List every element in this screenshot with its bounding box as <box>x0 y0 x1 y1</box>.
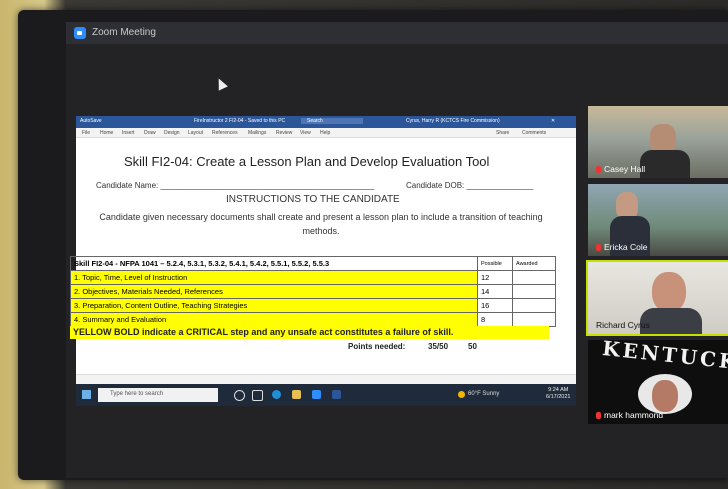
word-status-bar <box>76 374 576 384</box>
row-possible: 14 <box>477 284 513 299</box>
zoom-app-icon[interactable] <box>312 390 321 399</box>
kentucky-logo-text: KENTUCKY <box>601 340 728 376</box>
zoom-window-title: Zoom Meeting <box>92 27 156 38</box>
taskbar-search[interactable]: Type here to search <box>98 388 218 402</box>
taskbar-clock[interactable]: 9:24 AM 6/17/2021 <box>546 387 570 401</box>
ribbon-tab-file[interactable]: File <box>82 130 90 136</box>
word-title-bar: AutoSave FireInstructor 2 FI2-04 - Saved… <box>76 116 576 128</box>
mouse-cursor-icon <box>214 76 228 91</box>
row-possible: 16 <box>477 298 513 313</box>
word-document-title: FireInstructor 2 FI2-04 - Saved to this … <box>194 118 286 124</box>
weather-text: 60°F Sunny <box>468 391 500 397</box>
row-label: 2. Objectives, Materials Needed, Referen… <box>70 284 478 299</box>
word-user-name: Cyrus, Harry R (KCTCS Fire Commission) <box>406 118 500 124</box>
participant-name: Ericka Cole <box>596 242 647 252</box>
word-app-icon[interactable] <box>332 390 341 399</box>
document-title: Skill FI2-04: Create a Lesson Plan and D… <box>124 154 490 169</box>
row-awarded[interactable] <box>512 284 556 299</box>
instructions-heading: INSTRUCTIONS TO THE CANDIDATE <box>226 194 400 205</box>
monitor: Zoom Meeting AutoSave FireInstructor 2 F… <box>18 10 728 480</box>
participant-name: mark hammond <box>596 410 663 420</box>
participant-tile-richard-cyrus[interactable]: Richard Cyrus <box>586 260 728 336</box>
row-possible: 8 <box>477 312 513 327</box>
table-row: 1. Topic, Time, Level of Instruction 12 <box>70 270 556 285</box>
table-row: 4. Summary and Evaluation 8 <box>70 312 556 327</box>
zoom-title-bar: Zoom Meeting <box>66 22 728 44</box>
cortana-icon[interactable] <box>234 390 245 401</box>
ribbon-tab-draw[interactable]: Draw <box>144 130 156 136</box>
candidate-dob-line: Candidate DOB: _______________ <box>406 181 534 190</box>
word-ribbon: File Home Insert Draw Design Layout Refe… <box>76 128 576 138</box>
skill-table: Skill FI2-04 - NFPA 1041 – 5.2.4, 5.3.1,… <box>70 256 556 327</box>
col-awarded: Awarded <box>512 256 556 271</box>
ribbon-tab-insert[interactable]: Insert <box>122 130 135 136</box>
participant-body <box>640 150 690 178</box>
ribbon-tab-help[interactable]: Help <box>320 130 330 136</box>
points-needed-label: Points needed: <box>348 342 406 351</box>
table-header: Skill FI2-04 - NFPA 1041 – 5.2.4, 5.3.1,… <box>70 256 478 271</box>
task-view-icon[interactable] <box>252 390 263 401</box>
row-awarded[interactable] <box>512 270 556 285</box>
row-awarded[interactable] <box>512 312 556 327</box>
instructions-text: Candidate given necessary documents shal… <box>99 212 543 236</box>
participant-tile-mark-hammond[interactable]: KENTUCKY mark hammond <box>588 340 728 424</box>
ribbon-tab-home[interactable]: Home <box>100 130 113 136</box>
table-row: 3. Preparation, Content Outline, Teachin… <box>70 298 556 313</box>
row-possible: 12 <box>477 270 513 285</box>
weather-icon <box>458 391 465 398</box>
edge-icon[interactable] <box>272 390 281 399</box>
file-explorer-icon[interactable] <box>292 390 301 399</box>
taskbar-search-placeholder: Type here to search <box>110 391 164 397</box>
ribbon-tab-mailings[interactable]: Mailings <box>248 130 266 136</box>
table-header-row: Skill FI2-04 - NFPA 1041 – 5.2.4, 5.3.1,… <box>70 256 556 271</box>
row-label: 4. Summary and Evaluation <box>70 312 478 327</box>
windows-taskbar: Type here to search 60°F Sunny 9:24 AM 6… <box>76 384 576 406</box>
comments-button[interactable]: Comments <box>522 130 546 136</box>
zoom-logo-icon <box>74 27 86 39</box>
shared-screen: AutoSave FireInstructor 2 FI2-04 - Saved… <box>70 116 576 406</box>
participant-tile-ericka-cole[interactable]: Ericka Cole <box>588 184 728 256</box>
share-button[interactable]: Share <box>496 130 509 136</box>
participant-name: Casey Hall <box>596 164 645 174</box>
table-row: 2. Objectives, Materials Needed, Referen… <box>70 284 556 299</box>
mic-muted-icon <box>596 166 601 173</box>
clock-time: 9:24 AM <box>548 387 569 393</box>
participant-name: Richard Cyrus <box>596 320 650 330</box>
ribbon-tab-review[interactable]: Review <box>276 130 292 136</box>
ribbon-tab-view[interactable]: View <box>300 130 311 136</box>
document-page: Skill FI2-04: Create a Lesson Plan and D… <box>70 138 566 374</box>
critical-note: YELLOW BOLD indicate a CRITICAL step and… <box>70 326 549 339</box>
ribbon-tab-references[interactable]: References <box>212 130 238 136</box>
mic-muted-icon <box>596 244 601 251</box>
col-possible: Possible <box>477 256 513 271</box>
participant-tile-casey-hall[interactable]: Casey Hall <box>588 106 728 178</box>
participant-video <box>652 272 686 312</box>
ribbon-tab-layout[interactable]: Layout <box>188 130 203 136</box>
points-total: 50 <box>468 342 477 351</box>
row-label: 1. Topic, Time, Level of Instruction <box>70 270 478 285</box>
ribbon-tab-design[interactable]: Design <box>164 130 180 136</box>
row-label: 3. Preparation, Content Outline, Teachin… <box>70 298 478 313</box>
autosave-toggle[interactable]: AutoSave <box>80 118 102 124</box>
close-icon[interactable]: ✕ <box>551 118 555 124</box>
candidate-name-line: Candidate Name: ________________________… <box>96 181 375 190</box>
word-search-box[interactable]: Search <box>301 118 363 124</box>
points-needed-value: 35/50 <box>428 342 449 351</box>
clock-date: 6/17/2021 <box>546 394 571 400</box>
mic-muted-icon <box>596 412 601 419</box>
zoom-window: Zoom Meeting AutoSave FireInstructor 2 F… <box>66 22 728 478</box>
row-awarded[interactable] <box>512 298 556 313</box>
windows-start-icon[interactable] <box>82 390 91 399</box>
participant-video <box>652 380 678 412</box>
